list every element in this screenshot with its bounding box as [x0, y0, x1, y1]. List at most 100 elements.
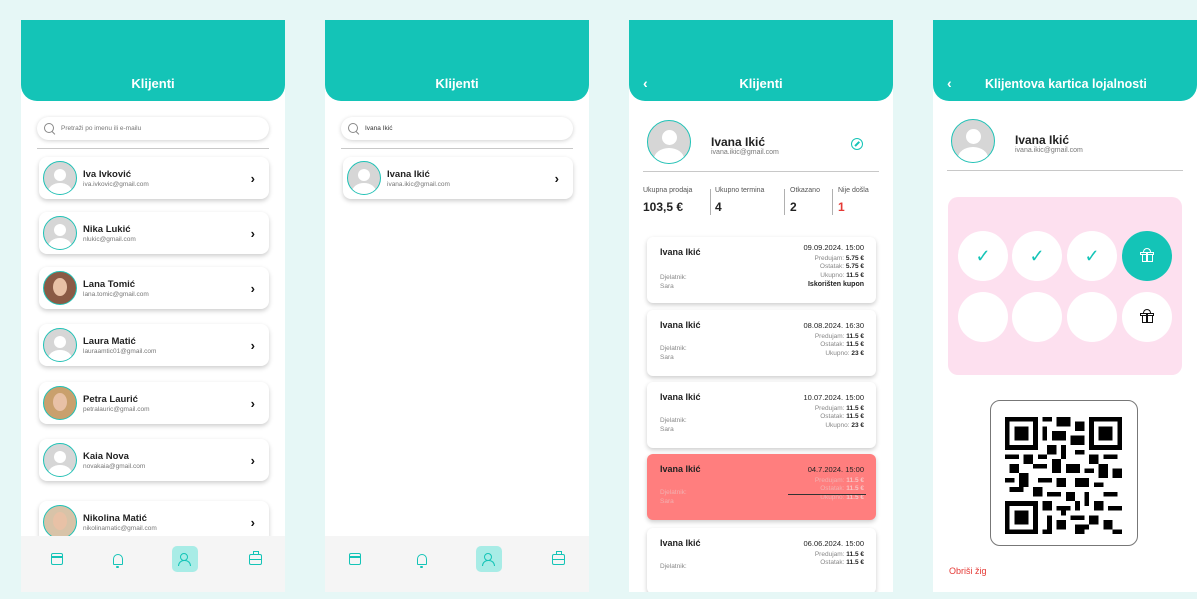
appointment-card[interactable]: Ivana Ikić Djelatnik: Sara 08.08.2024. 1… [647, 310, 876, 376]
divider [947, 170, 1183, 171]
stamp-empty[interactable] [1067, 292, 1117, 342]
appointment-date: 09.09.2024. 15:00 [803, 243, 864, 252]
avatar [43, 328, 77, 362]
briefcase-icon [248, 550, 262, 565]
client-name: Ivana Ikić [711, 135, 766, 149]
client-name: Kaia Nova [83, 450, 129, 462]
header: Klijenti [21, 20, 285, 101]
client-name: Ivana Ikić [1015, 133, 1070, 147]
back-button[interactable]: ‹ [947, 75, 952, 91]
chevron-right-icon: › [250, 170, 255, 186]
client-card[interactable]: Kaia Nova novakaia@gmail.com › [39, 439, 269, 481]
client-name: Laura Matić [83, 335, 136, 347]
stamp-empty[interactable] [1012, 292, 1062, 342]
nav-calendar[interactable] [342, 546, 368, 572]
stamp-filled[interactable]: ✓ [1067, 231, 1117, 281]
nav-services[interactable] [242, 546, 268, 572]
header: ‹ Klijentova kartica lojalnosti [933, 20, 1197, 101]
chevron-right-icon: › [250, 280, 255, 296]
divider [341, 148, 573, 149]
staff-label: Djelatnik: [660, 489, 687, 496]
nav-clients[interactable] [476, 546, 502, 572]
delete-stamp-button[interactable]: Obriši žig [949, 566, 987, 576]
stamp-filled[interactable]: ✓ [958, 231, 1008, 281]
search-input[interactable] [61, 125, 241, 132]
stamp-filled[interactable]: ✓ [1012, 231, 1062, 281]
staff-label: Djelatnik: [660, 274, 687, 281]
client-email: ivana.ikic@gmail.com [387, 180, 450, 188]
appointment-date: 04.7.2024. 15:00 [807, 465, 864, 474]
client-card[interactable]: Petra Laurić petralauric@gmail.com › [39, 382, 269, 424]
appointment-card[interactable]: Ivana Ikić Djelatnik: 06.06.2024. 15:00 … [647, 528, 876, 592]
appointment-client: Ivana Ikić [660, 392, 701, 402]
client-card[interactable]: Nika Lukić nlukic@gmail.com › [39, 212, 269, 254]
nav-notifications[interactable] [409, 546, 435, 572]
client-name: Ivana Ikić [387, 168, 430, 180]
edit-icon[interactable] [851, 138, 863, 150]
nav-notifications[interactable] [105, 546, 131, 572]
nav-clients[interactable] [172, 546, 198, 572]
client-card[interactable]: Lana Tomić lana.tomic@gmail.com › [39, 267, 269, 309]
divider [784, 189, 785, 215]
avatar [43, 443, 77, 477]
client-email: nlukic@gmail.com [83, 235, 136, 243]
client-card[interactable]: Ivana Ikić ivana.ikic@gmail.com › [343, 157, 573, 199]
divider [710, 189, 711, 215]
users-icon [482, 553, 496, 566]
appointment-date: 08.08.2024. 16:30 [803, 321, 864, 330]
appointment-client: Ivana Ikić [660, 247, 701, 257]
client-card[interactable]: Iva Ivković iva.ivkovic@gmail.com › [39, 157, 269, 199]
loyalty-card-screen: ‹ Klijentova kartica lojalnosti Ivana Ik… [933, 20, 1197, 592]
stamp-reward[interactable] [1122, 292, 1172, 342]
qr-code [1005, 417, 1122, 534]
staff-label: Djelatnik: [660, 345, 687, 352]
staff-label: Djelatnik: [660, 417, 687, 424]
appointment-card-cancelled[interactable]: Ivana Ikić Djelatnik: Sara 04.7.2024. 15… [647, 454, 876, 520]
chevron-right-icon: › [250, 395, 255, 411]
nav-services[interactable] [545, 546, 571, 572]
users-icon [178, 553, 192, 566]
page-title: Klijenti [435, 76, 479, 91]
divider [643, 171, 879, 172]
avatar [43, 271, 77, 305]
stamp-empty[interactable] [958, 292, 1008, 342]
appointment-date: 10.07.2024. 15:00 [803, 393, 864, 402]
avatar [43, 505, 77, 539]
client-email: ivana.ikic@gmail.com [1015, 147, 1083, 154]
client-search-screen: Klijenti Ivana Ikićivana.ikic@gmail.com … [325, 20, 589, 592]
search-icon [348, 122, 360, 135]
appointment-card[interactable]: Ivana Ikić Djelatnik: Sara 09.09.2024. 1… [647, 237, 876, 303]
appointment-client: Ivana Ikić [660, 464, 701, 474]
staff-name: Sara [660, 283, 674, 290]
client-stats: Ukupna prodaja 103,5 € Ukupno termina 4 … [629, 187, 893, 223]
client-name: Nika Lukić [83, 223, 131, 235]
check-icon: ✓ [975, 245, 991, 266]
search-bar[interactable] [37, 117, 269, 140]
stamp-reward[interactable] [1122, 231, 1172, 281]
appointment-card[interactable]: Ivana Ikić Djelatnik: Sara 10.07.2024. 1… [647, 382, 876, 448]
avatar [951, 119, 995, 163]
bottom-nav [325, 536, 589, 592]
appointment-client: Ivana Ikić [660, 320, 701, 330]
qr-code-box [990, 400, 1138, 546]
stat-total-appointments: Ukupno termina 4 [715, 187, 765, 214]
bell-icon [113, 553, 123, 568]
client-email: petralauric@gmail.com [83, 405, 150, 413]
client-name: Lana Tomić [83, 278, 136, 290]
search-input[interactable] [365, 125, 545, 132]
client-detail-screen: ‹ Klijenti Ivana Ikić ivana.ikic@gmail.c… [629, 20, 893, 592]
page-title: Klijenti [131, 76, 175, 91]
avatar [43, 386, 77, 420]
client-card[interactable]: Laura Matić lauraamtic01@gmail.com › [39, 324, 269, 366]
stat-no-show: Nije došla 1 [838, 187, 869, 214]
check-icon: ✓ [1084, 245, 1100, 266]
search-bar[interactable] [341, 117, 573, 140]
chevron-right-icon: › [250, 337, 255, 353]
staff-name: Sara [660, 498, 674, 505]
gift-icon [1140, 248, 1154, 262]
avatar [647, 120, 691, 164]
search-icon [44, 122, 56, 135]
nav-calendar[interactable] [44, 546, 70, 572]
client-email: iva.ivkovic@gmail.com [83, 180, 149, 188]
divider [832, 189, 833, 215]
